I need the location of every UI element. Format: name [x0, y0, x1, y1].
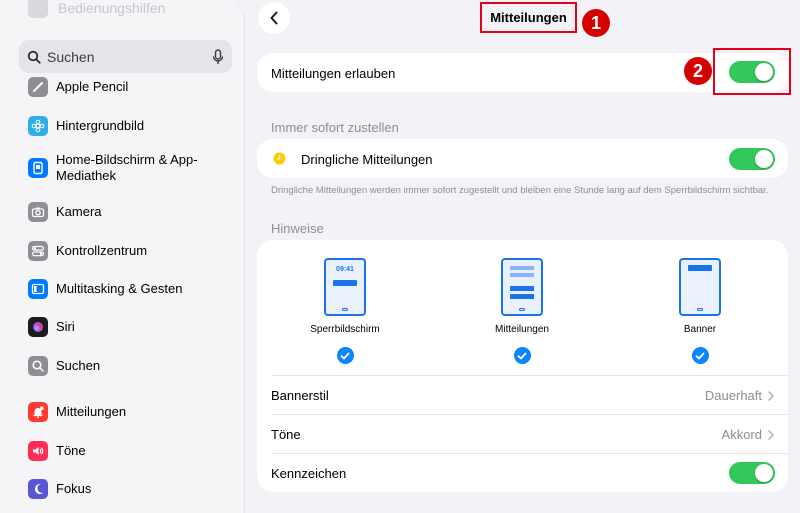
time-sensitive-label: Dringliche Mitteilungen [301, 152, 433, 167]
sidebar-item-label: Kamera [56, 204, 102, 219]
toggle-highlight [713, 48, 791, 95]
banner-style-value: Dauerhaft [704, 388, 762, 403]
section-alerts: Hinweise [271, 221, 324, 236]
sidebar-item-focus[interactable]: Fokus [28, 479, 226, 499]
sidebar-item-label: Apple Pencil [56, 79, 129, 94]
time-sensitive-footnote: Dringliche Mitteilungen werden immer sof… [271, 185, 769, 196]
sidebar-item-apple-pencil[interactable]: Apple Pencil [28, 77, 226, 97]
banner-style-row[interactable]: Bannerstil Dauerhaft [257, 376, 788, 414]
sidebar-item-label: Mitteilungen [56, 404, 127, 419]
search-field[interactable]: Suchen [19, 40, 232, 73]
sidebar-item-siri[interactable]: Siri [28, 317, 226, 337]
sidebar-item-label: Siri [56, 319, 75, 334]
checkmark-icon [336, 347, 354, 364]
sidebar-item-sounds[interactable]: Töne [28, 441, 226, 461]
sidebar-item-label: Suchen [56, 358, 101, 373]
ipad-notification-center-icon [501, 258, 543, 316]
chevron-left-icon [270, 11, 278, 25]
search-icon [27, 50, 41, 64]
sidebar-item-label: Home-Bildschirm & App-Mediathek [56, 152, 198, 183]
sidebar-item-label: Fokus [56, 481, 92, 496]
ipad-lock-screen-icon: 09:41 [324, 258, 366, 316]
pencil-icon [28, 77, 48, 97]
alert-option-banners[interactable]: Banner [650, 258, 750, 364]
divider [271, 453, 788, 454]
sidebar-item-control-center[interactable]: Kontrollzentrum [28, 241, 226, 261]
sounds-row[interactable]: Töne Akkord [257, 415, 788, 453]
alert-option-notification-center[interactable]: Mitteilungen [472, 258, 572, 364]
toggle-knob [755, 464, 773, 482]
page-title-highlight: Mitteilungen [480, 2, 577, 33]
search-input[interactable]: Suchen [47, 49, 206, 65]
sidebar-item-label: Kontrollzentrum [56, 243, 148, 258]
toggles-icon [28, 241, 48, 261]
banner-style-value-wrap: Dauerhaft [705, 388, 774, 403]
badges-toggle[interactable] [729, 462, 775, 484]
alert-option-label: Banner [683, 324, 717, 335]
bell-icon [28, 402, 48, 422]
sidebar-item-label: Bedienungshilfen [58, 0, 166, 16]
step-badge-1: 1 [582, 9, 610, 37]
chevron-right-icon [768, 390, 774, 401]
badges-label: Kennzeichen [271, 466, 347, 481]
sidebar-item-wallpaper[interactable]: Hintergrundbild [28, 116, 226, 136]
clock-icon [273, 152, 286, 165]
banner-style-label: Bannerstil [271, 388, 329, 403]
sidebar-item-label: Multitasking & Gesten [56, 281, 183, 296]
time-sensitive-toggle[interactable] [729, 148, 775, 170]
section-immediate-delivery: Immer sofort zustellen [271, 120, 399, 135]
sounds-value-wrap: Akkord [722, 427, 774, 442]
sidebar-item-notifications[interactable]: Mitteilungen [28, 402, 226, 422]
sidebar-item-camera[interactable]: Kamera [28, 202, 226, 222]
sidebar-item-search[interactable]: Suchen [28, 356, 226, 376]
alert-option-label: Sperrbildschirm [310, 324, 380, 335]
accessibility-icon [28, 0, 48, 18]
page-title: Mitteilungen [490, 10, 567, 25]
sidebar-item-multitasking[interactable]: Multitasking & Gesten [28, 279, 226, 299]
step-badge-2: 2 [684, 57, 712, 85]
sidebar-item-label: Hintergrundbild [56, 118, 145, 133]
moon-icon [28, 479, 48, 499]
speaker-icon [28, 441, 48, 461]
search-icon [28, 356, 48, 376]
allow-notifications-label: Mitteilungen erlauben [271, 66, 396, 81]
lock-screen-time: 09:41 [336, 266, 354, 273]
camera-icon [28, 202, 48, 222]
microphone-icon[interactable] [212, 48, 224, 65]
sidebar-item-home-screen[interactable]: Home-Bildschirm & App-Mediathek [28, 152, 226, 184]
sounds-value: Akkord [721, 427, 762, 442]
siri-icon [28, 317, 48, 337]
alert-option-label: Mitteilungen [495, 324, 549, 335]
sidebar-item-accessibility[interactable]: Bedienungshilfen [28, 0, 165, 22]
toggle-knob [755, 150, 773, 168]
checkmark-icon [513, 347, 531, 364]
alert-option-lock-screen[interactable]: 09:41 Sperrbildschirm [295, 258, 395, 364]
chevron-right-icon [768, 429, 774, 440]
checkmark-icon [691, 347, 709, 364]
ipad-banner-icon [679, 258, 721, 316]
sounds-label: Töne [271, 427, 301, 442]
sidebar-item-label: Töne [56, 443, 86, 458]
flower-icon [28, 116, 48, 136]
back-button[interactable] [258, 2, 290, 34]
home-screen-icon [28, 158, 48, 178]
multitasking-icon [28, 279, 48, 299]
